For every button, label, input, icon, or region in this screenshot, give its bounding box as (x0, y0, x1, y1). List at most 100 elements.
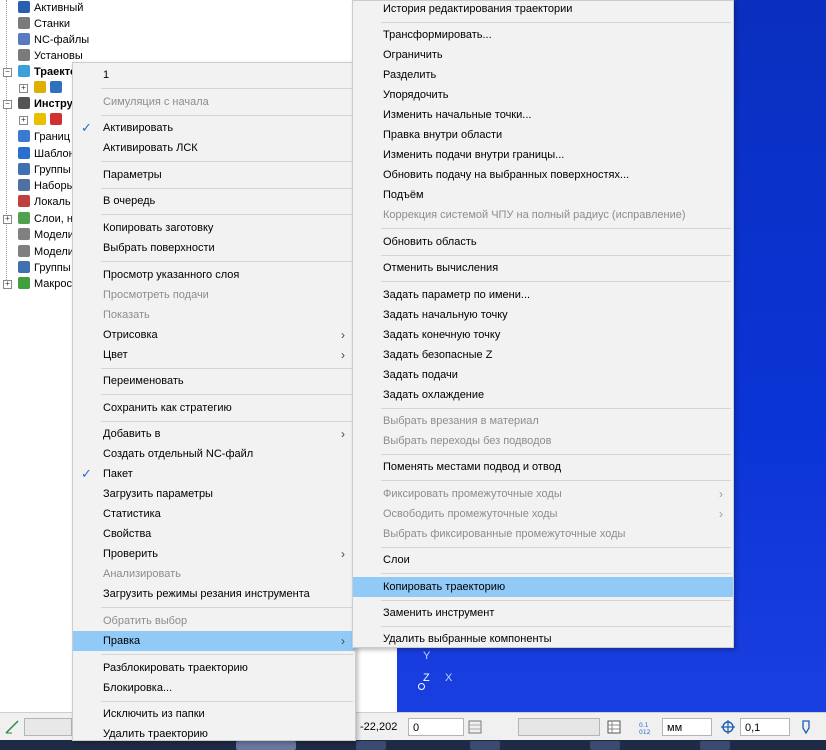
unit-field[interactable]: мм (662, 718, 712, 736)
menu-item[interactable]: Удалить выбранные компоненты (353, 629, 733, 649)
tree-item[interactable]: Шаблон (18, 146, 75, 162)
taskbar-app-icon-2[interactable] (356, 741, 386, 750)
menu-item[interactable]: Исключить из папки (73, 704, 355, 724)
tree-item[interactable]: Траекто (18, 64, 77, 80)
tree-item[interactable] (34, 80, 66, 96)
menu-item[interactable]: Копировать заготовку (73, 218, 355, 238)
tree-item[interactable]: Модели (18, 244, 74, 260)
tree-item-icon (34, 113, 46, 125)
precision-icon[interactable]: 0.1012 (638, 719, 654, 735)
menu-item[interactable]: Загрузить параметры (73, 484, 355, 504)
menu-item[interactable]: Свойства (73, 524, 355, 544)
menu-item: Фиксировать промежуточные ходы › (353, 484, 733, 504)
menu-item[interactable]: Активировать ЛСК (73, 138, 355, 158)
menu-item[interactable]: Обновить подачу на выбранных поверхностя… (353, 165, 733, 185)
menu-item[interactable]: В очередь (73, 191, 355, 211)
menu-item[interactable]: Подъём (353, 185, 733, 205)
menu-item[interactable]: Заменить инструмент (353, 603, 733, 623)
menu-item[interactable]: ✓ Активировать (73, 118, 355, 138)
tree-expander[interactable]: + (19, 116, 28, 125)
menu-item[interactable]: Удалить траекторию (73, 724, 355, 744)
menu-separator (101, 88, 353, 89)
menu-item[interactable]: 1 (73, 65, 355, 85)
menu-item-label: Просмотр указанного слоя (103, 268, 240, 281)
tree-item[interactable]: Наборы (18, 178, 75, 194)
menu-item[interactable]: Ограничить (353, 45, 733, 65)
checkmark-icon: ✓ (81, 120, 92, 136)
tree-item[interactable]: Локаль (18, 194, 71, 210)
menu-item[interactable]: Обновить область (353, 232, 733, 252)
menu-separator (381, 228, 731, 230)
table-icon[interactable] (606, 719, 622, 735)
menu-item[interactable]: Загрузить режимы резания инструмента (73, 584, 355, 604)
value-field[interactable]: 0 (408, 718, 464, 736)
menu-item[interactable]: Создать отдельный NC-файл (73, 444, 355, 464)
menu-item[interactable]: Задать конечную точку (353, 325, 733, 345)
status-field-blank-2[interactable] (518, 718, 600, 736)
tree-expander[interactable]: − (3, 68, 12, 77)
menu-item[interactable]: Слои (353, 550, 733, 570)
menu-item[interactable]: Трансформировать... (353, 25, 733, 45)
menu-separator (101, 187, 353, 189)
menu-item[interactable]: Отрисовка › (73, 325, 355, 345)
tree-expander[interactable]: − (3, 100, 12, 109)
menu-item[interactable]: Цвет › (73, 345, 355, 365)
menu-item[interactable]: Разделить (353, 65, 733, 85)
taskbar-app-icon-5[interactable] (700, 741, 730, 750)
menu-item[interactable]: Правка › (73, 631, 355, 651)
menu-item[interactable]: Проверить › (73, 544, 355, 564)
menu-item[interactable]: Задать начальную точку (353, 305, 733, 325)
tree-item-label: Шаблон (34, 148, 75, 160)
tree-item[interactable]: Модели (18, 227, 74, 243)
menu-item-label: Задать начальную точку (383, 308, 508, 321)
tree-item[interactable]: Станки (18, 16, 70, 32)
menu-item[interactable]: Просмотр указанного слоя (73, 265, 355, 285)
menu-item[interactable]: Блокировка... (73, 678, 355, 698)
menu-item[interactable]: Упорядочить (353, 85, 733, 105)
tree-item-icon (18, 17, 30, 29)
menu-item-label: Правка (103, 635, 141, 647)
menu-item[interactable]: Добавить в › (73, 424, 355, 444)
tool-icon[interactable] (798, 719, 814, 735)
tree-item[interactable]: Макрос (18, 276, 72, 292)
tree-item[interactable]: Группы (18, 162, 71, 178)
tree-expander[interactable]: + (19, 84, 28, 93)
tree-item[interactable]: Границ (18, 129, 70, 145)
menu-item[interactable]: Копировать траекторию (353, 576, 733, 597)
menu-item[interactable]: История редактирования траектории (353, 0, 733, 19)
menu-item[interactable]: Задать параметр по имени... (353, 285, 733, 305)
menu-item[interactable]: Разблокировать траекторию (73, 658, 355, 678)
tolerance-field[interactable]: 0,1 (740, 718, 790, 736)
menu-item[interactable]: Поменять местами подвод и отвод (353, 457, 733, 477)
tree-expander[interactable]: + (3, 215, 12, 224)
tree-expander[interactable]: + (3, 280, 12, 289)
tree-item[interactable]: Инстру (18, 96, 73, 112)
menu-item[interactable]: Задать безопасные Z (353, 345, 733, 365)
menu-item[interactable]: Задать подачи (353, 365, 733, 385)
menu-item: Выбрать фиксированные промежуточные ходы (353, 524, 733, 544)
menu-item[interactable]: Переименовать (73, 371, 355, 391)
tree-item[interactable]: Активный (18, 0, 83, 16)
menu-item[interactable]: Правка внутри области (353, 125, 733, 145)
menu-item[interactable]: Сохранить как стратегию (73, 398, 355, 418)
grid-icon[interactable] (467, 719, 483, 735)
tree-item-label: Инстру (34, 98, 73, 110)
tree-item[interactable]: NC-файлы (18, 32, 89, 48)
ruler-icon[interactable] (4, 719, 20, 735)
menu-item[interactable]: Параметры (73, 165, 355, 185)
tree-item[interactable]: Группы (18, 260, 71, 276)
tree-item[interactable]: Слои, н (18, 211, 73, 227)
tree-item[interactable] (34, 112, 66, 128)
menu-item[interactable]: Статистика (73, 504, 355, 524)
axis-z-label: Z (423, 672, 430, 684)
menu-item[interactable]: Изменить подачи внутри границы... (353, 145, 733, 165)
crosshair-icon[interactable] (720, 719, 736, 735)
taskbar-app-icon-4[interactable] (590, 741, 620, 750)
menu-item[interactable]: Изменить начальные точки... (353, 105, 733, 125)
menu-item[interactable]: ✓ Пакет (73, 464, 355, 484)
taskbar-app-icon-3[interactable] (470, 741, 500, 750)
menu-separator (381, 599, 731, 601)
menu-item[interactable]: Задать охлаждение (353, 385, 733, 405)
menu-item[interactable]: Отменить вычисления (353, 258, 733, 278)
menu-item[interactable]: Выбрать поверхности (73, 238, 355, 258)
